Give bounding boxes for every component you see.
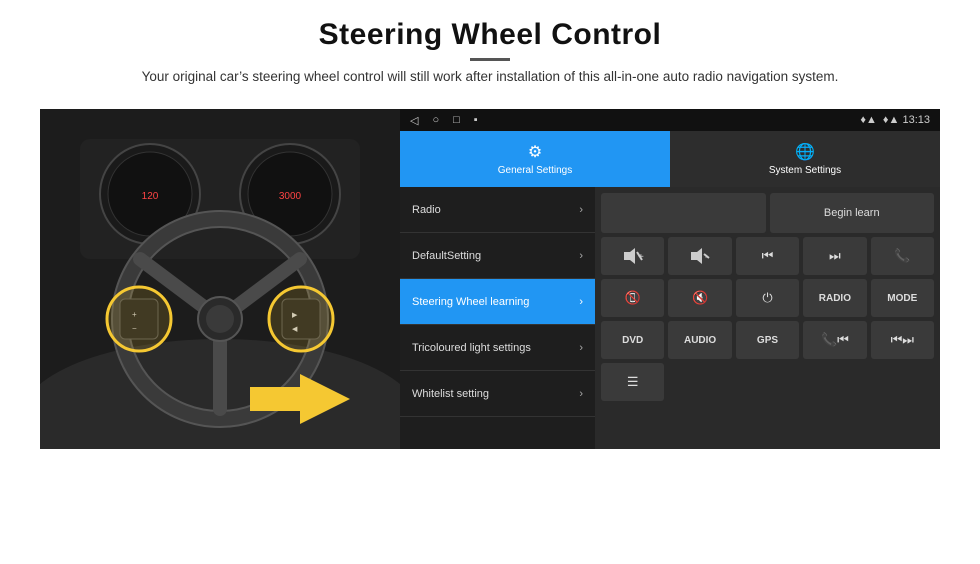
clock: ♦▲ 13:13	[883, 114, 930, 126]
back-icon: ◁	[410, 114, 418, 127]
tab-system[interactable]: 🌐 System Settings	[670, 131, 940, 187]
control-grid-row2: 📵 🔇 ⏻ RADIO MODE	[601, 279, 934, 317]
menu-item-whitelist-label: Whitelist setting	[412, 387, 489, 401]
recent-icon: □	[453, 114, 460, 126]
status-bar-right: ♦▲ ♦▲ 13:13	[860, 114, 930, 126]
learning-panel: Begin learn + - ⏮ ⏭ 📞	[595, 187, 940, 449]
menu-content: Radio › DefaultSetting › Steering Wheel …	[400, 187, 940, 449]
chevron-icon: ›	[579, 250, 583, 262]
chevron-icon: ›	[579, 342, 583, 354]
content-area: 120 3000 + −	[40, 109, 940, 449]
control-grid-row3: DVD AUDIO GPS 📞⏮ ⏮⏭	[601, 321, 934, 359]
control-grid-row1: + - ⏮ ⏭ 📞	[601, 237, 934, 275]
prev-next-button[interactable]: ⏮⏭	[871, 321, 934, 359]
dvd-button[interactable]: DVD	[601, 321, 664, 359]
tab-bar: ⚙ General Settings 🌐 System Settings	[400, 131, 940, 187]
menu-item-steering-label: Steering Wheel learning	[412, 295, 529, 309]
home-icon: ○	[432, 114, 439, 126]
menu-list: Radio › DefaultSetting › Steering Wheel …	[400, 187, 595, 449]
phone-answer-button[interactable]: 📞	[871, 237, 934, 275]
svg-text:+: +	[638, 252, 644, 263]
phone-hangup-button[interactable]: 📵	[601, 279, 664, 317]
menu-item-default[interactable]: DefaultSetting ›	[400, 233, 595, 279]
radio-button[interactable]: RADIO	[803, 279, 866, 317]
status-bar: ◁ ○ □ ▪ ♦▲ ♦▲ 13:13	[400, 109, 940, 131]
tab-system-label: System Settings	[769, 165, 841, 176]
control-grid-row4: ☰	[601, 363, 934, 401]
page-subtitle: Your original car’s steering wheel contr…	[142, 67, 839, 87]
power-button[interactable]: ⏻	[736, 279, 799, 317]
general-settings-icon: ⚙	[528, 142, 542, 162]
next-track-button[interactable]: ⏭	[803, 237, 866, 275]
chevron-icon: ›	[579, 296, 583, 308]
chevron-icon: ›	[579, 388, 583, 400]
menu-icon: ▪	[474, 114, 478, 126]
input-display-box	[601, 193, 766, 233]
tab-general[interactable]: ⚙ General Settings	[400, 131, 670, 187]
list-button[interactable]: ☰	[601, 363, 664, 401]
mode-button[interactable]: MODE	[871, 279, 934, 317]
learn-top-row: Begin learn	[601, 193, 934, 233]
menu-item-radio-label: Radio	[412, 203, 441, 217]
svg-text:-: -	[705, 252, 708, 263]
device-screen: ◁ ○ □ ▪ ♦▲ ♦▲ 13:13 ⚙ General Settings 🌐	[400, 109, 940, 449]
menu-item-radio[interactable]: Radio ›	[400, 187, 595, 233]
tab-general-label: General Settings	[498, 165, 573, 176]
phone-prev-button[interactable]: 📞⏮	[803, 321, 866, 359]
status-bar-left: ◁ ○ □ ▪	[410, 114, 478, 127]
prev-track-button[interactable]: ⏮	[736, 237, 799, 275]
title-section: Steering Wheel Control Your original car…	[142, 18, 839, 101]
page-title: Steering Wheel Control	[142, 18, 839, 52]
mute-button[interactable]: 🔇	[668, 279, 731, 317]
gps-button[interactable]: GPS	[736, 321, 799, 359]
vol-down-button[interactable]: -	[668, 237, 731, 275]
begin-learn-button[interactable]: Begin learn	[770, 193, 935, 233]
menu-item-default-label: DefaultSetting	[412, 249, 481, 263]
page-wrapper: Steering Wheel Control Your original car…	[0, 0, 980, 564]
steering-wheel-image: 120 3000 + −	[40, 109, 400, 449]
title-divider	[470, 58, 510, 61]
menu-item-tricolour-label: Tricoloured light settings	[412, 341, 531, 355]
menu-item-whitelist[interactable]: Whitelist setting ›	[400, 371, 595, 417]
vol-up-button[interactable]: +	[601, 237, 664, 275]
signal-icon: ♦▲	[860, 114, 877, 126]
svg-text:120: 120	[142, 191, 159, 202]
chevron-icon: ›	[579, 204, 583, 216]
system-settings-icon: 🌐	[795, 142, 815, 162]
menu-item-steering[interactable]: Steering Wheel learning ›	[400, 279, 595, 325]
menu-item-tricolour[interactable]: Tricoloured light settings ›	[400, 325, 595, 371]
svg-text:3000: 3000	[279, 191, 302, 202]
audio-button[interactable]: AUDIO	[668, 321, 731, 359]
